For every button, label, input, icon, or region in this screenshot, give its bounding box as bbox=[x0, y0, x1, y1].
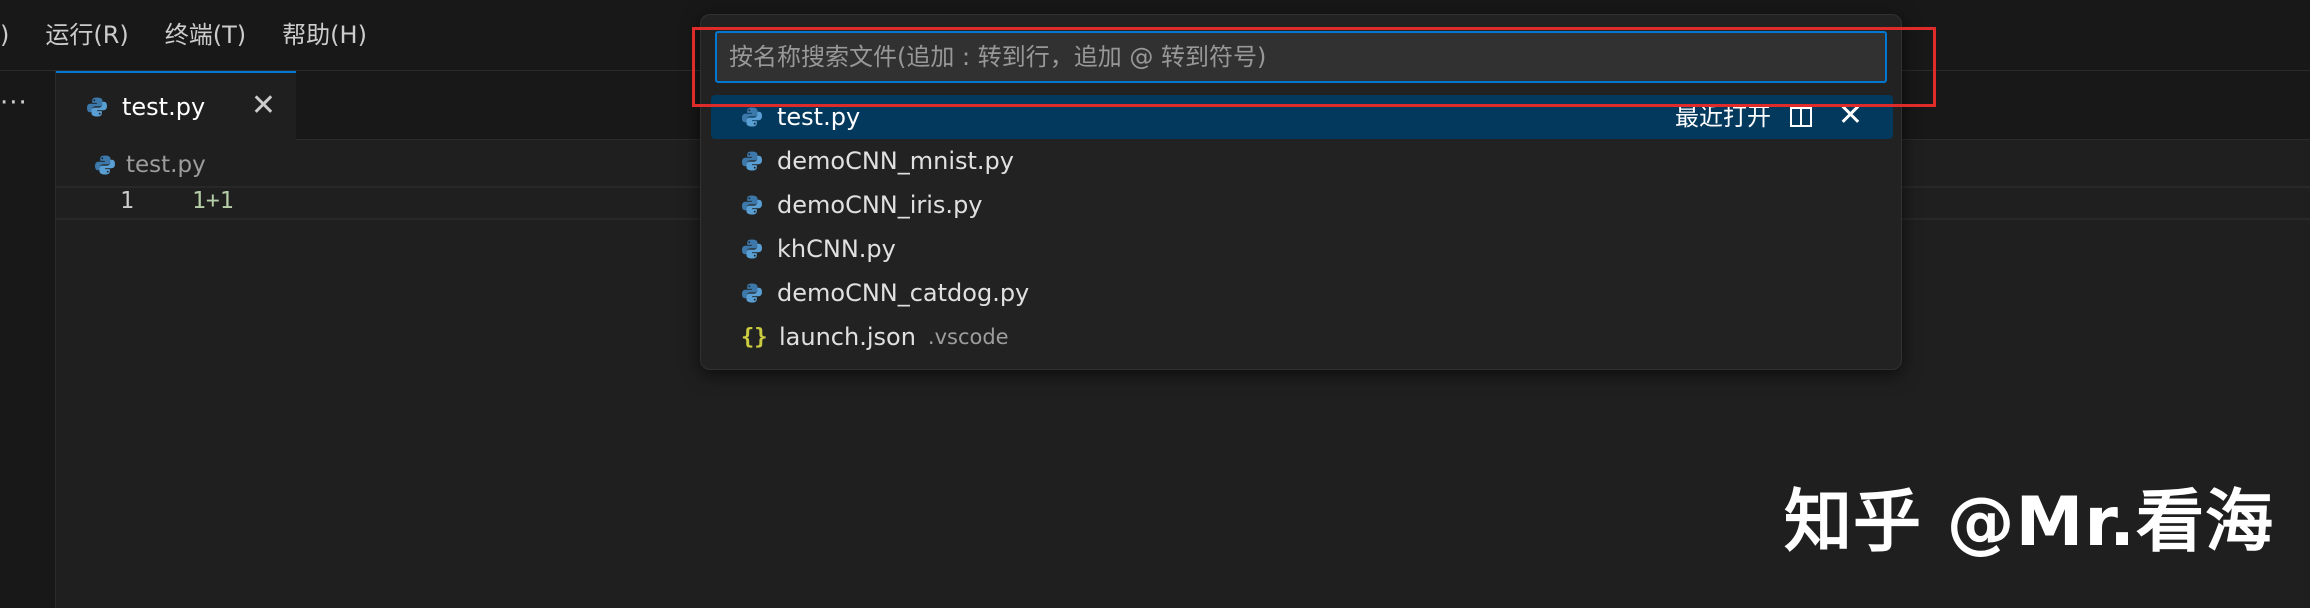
python-file-icon bbox=[86, 96, 108, 118]
code-line[interactable]: 1+1 bbox=[192, 188, 234, 214]
split-editor-icon[interactable] bbox=[1789, 105, 1813, 129]
watermark: 知乎 @Mr.看海 bbox=[1784, 483, 2275, 562]
result-list: test.py 最近打开 ✕ demoCNN_mnist.py demoCNN_… bbox=[711, 95, 1893, 359]
breadcrumb-file[interactable]: test.py bbox=[126, 152, 206, 178]
python-file-icon bbox=[94, 154, 116, 176]
python-file-icon bbox=[741, 150, 763, 172]
python-file-icon bbox=[741, 238, 763, 260]
breadcrumb: test.py bbox=[94, 148, 206, 182]
python-file-icon bbox=[741, 194, 763, 216]
list-item[interactable]: khCNN.py bbox=[711, 227, 1893, 271]
menu-item-partial[interactable]: ) bbox=[0, 0, 27, 70]
recently-opened-label: 最近打开 bbox=[1675, 103, 1771, 131]
side-panel-strip bbox=[0, 71, 56, 608]
result-label: demoCNN_catdog.py bbox=[777, 279, 1030, 307]
result-label: demoCNN_iris.py bbox=[777, 191, 983, 219]
tab-label: test.py bbox=[122, 92, 206, 121]
python-file-icon bbox=[741, 106, 763, 128]
menu-item-run[interactable]: 运行(R) bbox=[27, 0, 146, 70]
result-folder: .vscode bbox=[927, 325, 1009, 349]
list-item[interactable]: {} launch.json .vscode bbox=[711, 315, 1893, 359]
tab-close-icon[interactable]: ✕ bbox=[251, 89, 276, 123]
result-label: test.py bbox=[777, 103, 861, 131]
tab-test-py[interactable]: test.py ✕ bbox=[56, 71, 296, 140]
line-number: 1 bbox=[120, 188, 134, 214]
list-item[interactable]: demoCNN_catdog.py bbox=[711, 271, 1893, 315]
list-item[interactable]: test.py 最近打开 ✕ bbox=[711, 95, 1893, 139]
python-file-icon bbox=[741, 282, 763, 304]
list-item[interactable]: demoCNN_iris.py bbox=[711, 183, 1893, 227]
result-label: khCNN.py bbox=[777, 235, 896, 263]
remove-from-recent-icon[interactable]: ✕ bbox=[1838, 97, 1863, 135]
quick-open-palette: test.py 最近打开 ✕ demoCNN_mnist.py demoCNN_… bbox=[700, 14, 1902, 370]
list-item[interactable]: demoCNN_mnist.py bbox=[711, 139, 1893, 183]
menu-item-help[interactable]: 帮助(H) bbox=[264, 0, 385, 70]
result-label: demoCNN_mnist.py bbox=[777, 147, 1014, 175]
result-label: launch.json bbox=[779, 323, 916, 351]
file-search-input[interactable] bbox=[715, 31, 1887, 83]
more-actions-icon[interactable]: ··· bbox=[0, 88, 28, 118]
json-file-icon: {} bbox=[741, 324, 768, 350]
menu-item-terminal[interactable]: 终端(T) bbox=[147, 0, 264, 70]
